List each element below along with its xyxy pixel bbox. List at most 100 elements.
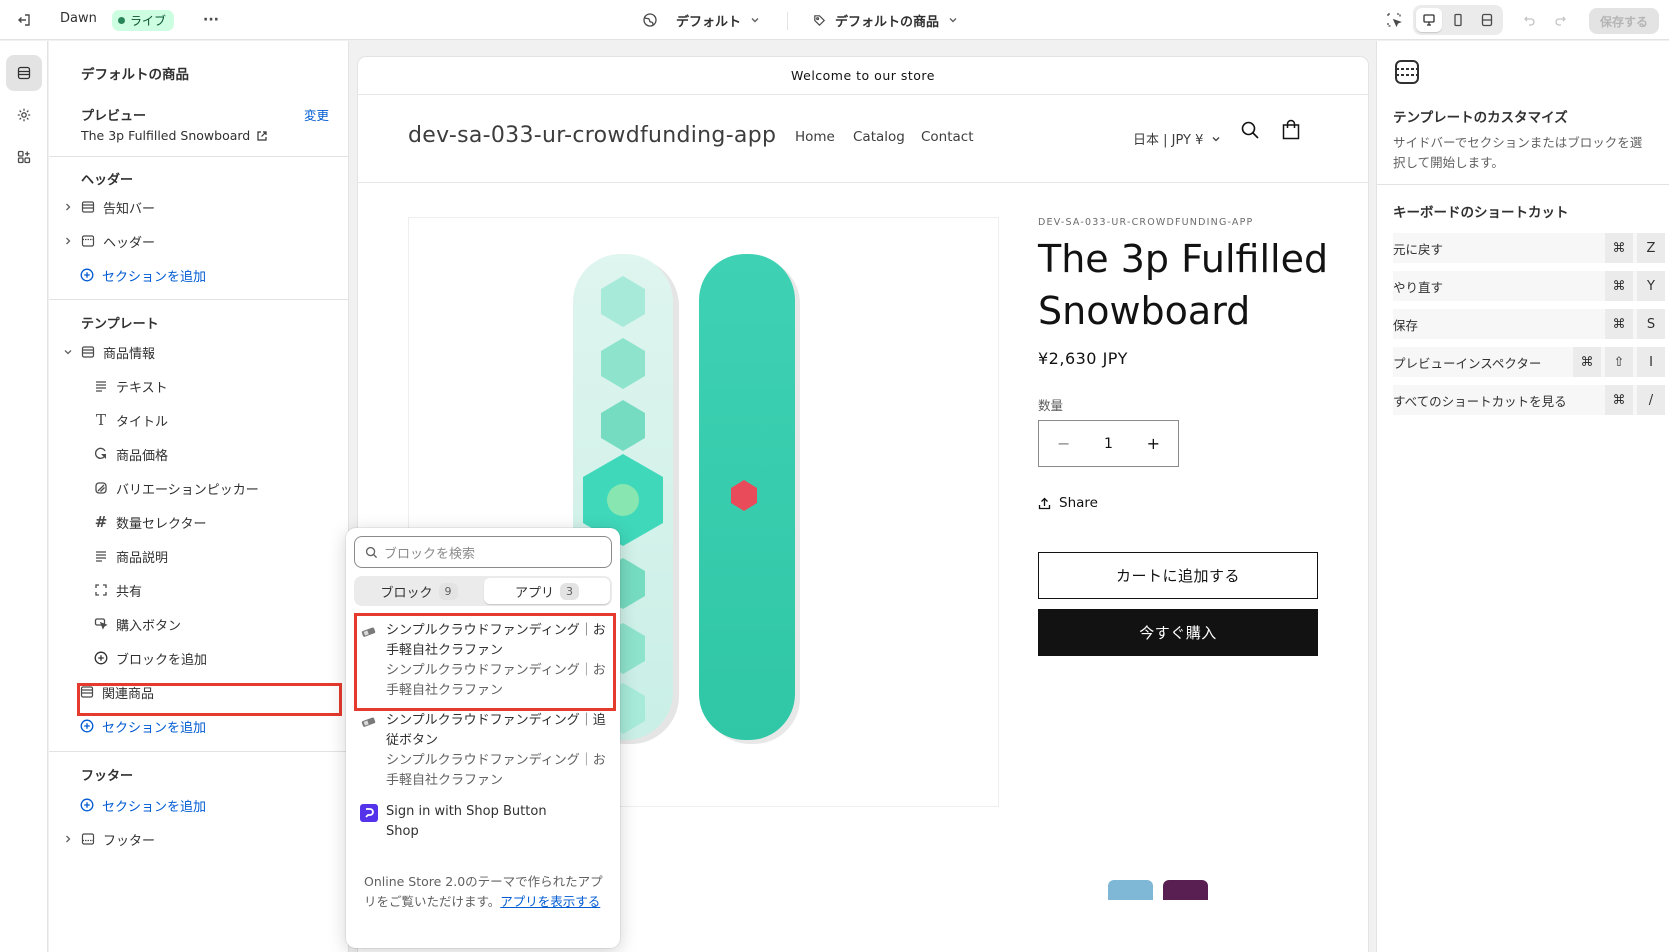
- block-title[interactable]: T タイトル: [93, 405, 168, 435]
- nav-contact[interactable]: Contact: [921, 129, 974, 145]
- locale-selector[interactable]: 日本 | JPY ¥: [1133, 129, 1221, 148]
- more-actions-button[interactable]: ···: [198, 8, 224, 32]
- status-dot-icon: [118, 17, 125, 24]
- block-share[interactable]: 共有: [93, 575, 142, 605]
- app-block-item[interactable]: Sign in with Shop Button Shop: [354, 798, 612, 846]
- exit-icon[interactable]: [12, 8, 36, 32]
- divider: [1377, 184, 1669, 185]
- plus-circle-icon: [79, 718, 95, 734]
- plus-circle-icon: [79, 267, 95, 283]
- block-label: 数量セレクター: [116, 516, 207, 532]
- block-picker-popover: ブロックを検索 ブロック 9 アプリ 3 シンプルクラウドファンディング｜お手軽…: [346, 528, 620, 948]
- add-to-cart-button[interactable]: カートに追加する: [1038, 552, 1318, 599]
- divider: [358, 182, 1368, 183]
- quantity-stepper[interactable]: − 1 +: [1038, 420, 1179, 467]
- highlight-app-block: [354, 613, 616, 711]
- chevron-down-icon: [1212, 136, 1220, 141]
- shortcut-label: 元に戻す: [1393, 241, 1444, 257]
- quantity-value[interactable]: 1: [1104, 436, 1113, 452]
- share-label: Share: [1059, 495, 1098, 511]
- template-selector[interactable]: デフォルトの商品: [812, 0, 959, 40]
- add-section-button[interactable]: セクションを追加: [79, 260, 206, 290]
- add-block-button[interactable]: ブロックを追加: [93, 643, 207, 673]
- nav-catalog[interactable]: Catalog: [853, 129, 905, 145]
- save-button[interactable]: 保存する: [1589, 8, 1659, 34]
- market-selector[interactable]: デフォルト: [642, 0, 761, 40]
- block-text[interactable]: テキスト: [93, 371, 168, 401]
- mobile-view-icon[interactable]: [1445, 8, 1471, 32]
- nav-home[interactable]: Home: [795, 129, 835, 145]
- block-buy-buttons[interactable]: 購入ボタン: [93, 609, 181, 639]
- cart-icon[interactable]: [1281, 119, 1301, 141]
- hash-icon: #: [94, 513, 108, 531]
- product-title: The 3p Fulfilled Snowboard: [1038, 237, 1329, 333]
- chevron-down-icon: [751, 18, 759, 23]
- block-description[interactable]: 商品説明: [93, 541, 168, 571]
- share-icon: [1038, 497, 1051, 509]
- desktop-view-icon[interactable]: [1416, 8, 1442, 32]
- key-cmd: ⌘: [1573, 347, 1601, 377]
- page-title: デフォルトの商品: [81, 67, 189, 83]
- shortcut-label: プレビューインスペクター: [1393, 355, 1542, 371]
- add-section-button[interactable]: セクションを追加: [79, 790, 206, 820]
- minus-icon[interactable]: −: [1057, 434, 1070, 453]
- highlight-add-block: [77, 683, 342, 716]
- tab-label: アプリ: [514, 585, 554, 601]
- block-label: 購入ボタン: [116, 618, 182, 634]
- tab-label: ブロック: [380, 585, 433, 601]
- search-placeholder: ブロックを検索: [384, 546, 476, 562]
- section-icon: [80, 344, 96, 360]
- inspector-icon[interactable]: [1383, 9, 1405, 31]
- share-button[interactable]: Share: [1038, 495, 1098, 511]
- apps-icon[interactable]: [6, 139, 42, 175]
- store-logo-text[interactable]: dev-sa-033-ur-crowdfunding-app: [408, 123, 776, 148]
- sections-icon[interactable]: [6, 55, 42, 91]
- chevron-right-icon: [63, 202, 73, 212]
- settings-gear-icon[interactable]: [6, 97, 42, 133]
- block-label: バリエーションピッカー: [116, 482, 259, 498]
- block-quantity-selector[interactable]: # 数量セレクター: [93, 507, 207, 537]
- preview-label: プレビュー: [81, 109, 147, 124]
- sidebar-item-announcement-bar[interactable]: 告知バー: [63, 192, 155, 222]
- block-label: 商品価格: [116, 448, 169, 464]
- search-icon[interactable]: [1240, 120, 1260, 140]
- app-block-source: Shop: [386, 824, 419, 839]
- globe-icon: [643, 13, 657, 27]
- sidebar-item-label: 告知バー: [103, 201, 156, 217]
- undo-icon[interactable]: [1520, 10, 1540, 30]
- block-label: テキスト: [116, 380, 168, 396]
- redo-icon[interactable]: [1550, 10, 1570, 30]
- add-section-label: セクションを追加: [102, 269, 207, 285]
- block-price[interactable]: 商品価格: [93, 439, 168, 469]
- text-lines-icon: [93, 548, 109, 564]
- tab-blocks[interactable]: ブロック 9: [356, 578, 482, 604]
- theme-name: Dawn: [60, 11, 97, 26]
- thumbnail-image[interactable]: [1163, 880, 1208, 900]
- block-search-input[interactable]: ブロックを検索: [354, 536, 612, 568]
- tab-apps[interactable]: アプリ 3: [484, 578, 610, 604]
- picker-tabs: ブロック 9 アプリ 3: [354, 576, 612, 606]
- sidebar: デフォルトの商品 プレビュー 変更 The 3p Fulfilled Snowb…: [49, 41, 349, 952]
- add-section-label: セクションを追加: [102, 720, 207, 736]
- chevron-right-icon: [63, 236, 73, 246]
- viewport-toggle: [1413, 5, 1503, 35]
- product-vendor: DEV-SA-033-UR-CROWDFUNDING-APP: [1038, 217, 1254, 228]
- plus-icon[interactable]: +: [1147, 434, 1160, 453]
- block-variant-picker[interactable]: バリエーションピッカー: [93, 473, 259, 503]
- thumbnail-image[interactable]: [1108, 880, 1153, 900]
- sidebar-item-label: ヘッダー: [103, 235, 156, 251]
- app-block-item[interactable]: シンプルクラウドファンディング｜追従ボタン シンプルクラウドファンディング｜お手軽…: [354, 707, 612, 795]
- shortcut-row: 保存 ⌘ S: [1393, 309, 1665, 339]
- plus-circle-icon: [79, 797, 95, 813]
- fullscreen-icon[interactable]: [1474, 8, 1500, 32]
- sidebar-item-label: フッター: [103, 833, 156, 849]
- buy-now-button[interactable]: 今すぐ購入: [1038, 609, 1318, 656]
- sidebar-item-header[interactable]: ヘッダー: [63, 226, 155, 256]
- change-preview-link[interactable]: 変更: [304, 105, 329, 124]
- sidebar-item-product-info[interactable]: 商品情報: [63, 337, 155, 367]
- sidebar-item-footer[interactable]: フッター: [63, 824, 155, 854]
- preview-product[interactable]: The 3p Fulfilled Snowboard: [81, 128, 268, 143]
- view-apps-link[interactable]: アプリを表示する: [500, 894, 600, 909]
- title-t-icon: T: [95, 411, 106, 429]
- share-frame-icon: [93, 582, 109, 598]
